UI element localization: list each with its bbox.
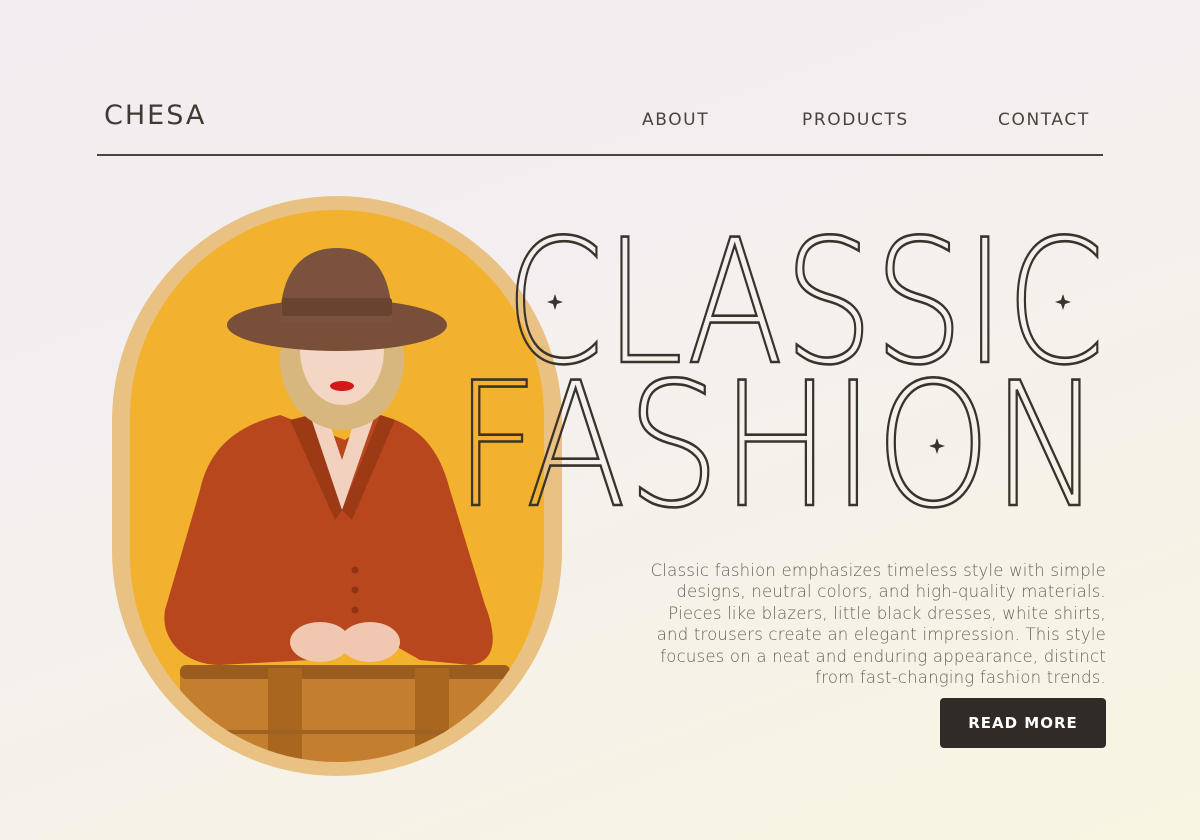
nav-contact-link[interactable]: CONTACT [998,110,1090,130]
read-more-button[interactable]: READ MORE [940,698,1106,748]
headline-line-1: CLASSIC [505,202,1105,403]
nav-products-link[interactable]: PRODUCTS [802,110,909,130]
sparkle-icon [547,294,563,310]
main-nav: ABOUT PRODUCTS CONTACT [0,110,1200,132]
sparkle-icon [929,438,945,454]
sparkle-icon [1055,294,1071,310]
nav-about-link[interactable]: ABOUT [642,110,709,130]
hero-description: Classic fashion emphasizes timeless styl… [650,560,1106,688]
header-divider [97,154,1103,156]
hero-photo [130,210,544,762]
figure [164,248,493,665]
